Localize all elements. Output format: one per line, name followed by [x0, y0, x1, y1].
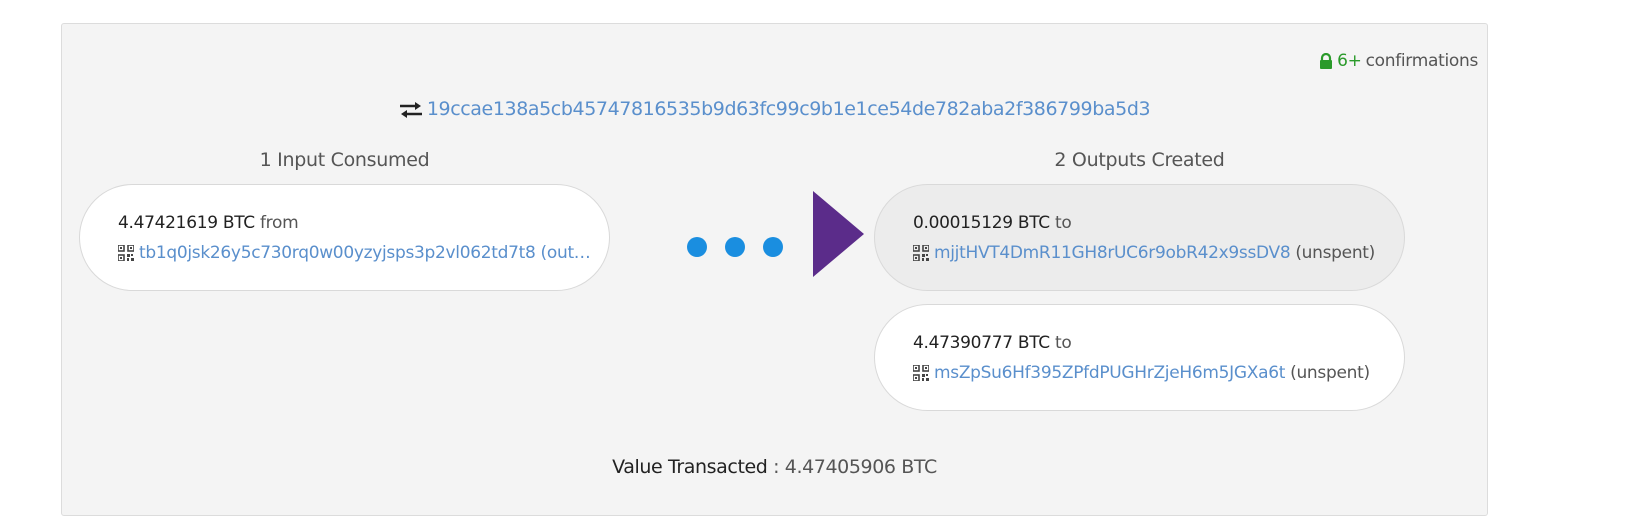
input-amount: 4.47421619 BTC [118, 213, 255, 233]
qr-code-icon[interactable] [913, 245, 929, 261]
confirmations-indicator: 6+ confirmations [1319, 51, 1478, 71]
flow-arrow-icon [813, 191, 864, 277]
output-direction: to [1054, 333, 1072, 353]
input-outpoint-link[interactable]: (out… [541, 243, 591, 263]
lock-icon [1320, 52, 1333, 69]
transaction-id-row: 19ccae138a5cb45747816535b9d63fc99c9b1e1c… [62, 98, 1487, 120]
output-item: 0.00015129 BTC to mjjtHVT4DmR11GH8rUC6r9… [874, 184, 1405, 291]
value-transacted-label: Value Transacted [612, 456, 768, 478]
output-amount: 4.47390777 BTC [913, 333, 1050, 353]
value-transacted-separator: : [773, 456, 780, 478]
output-direction: to [1054, 213, 1072, 233]
output-amount: 0.00015129 BTC [913, 213, 1050, 233]
confirmations-count: 6+ [1337, 51, 1362, 71]
output-address-link[interactable]: mjjtHVT4DmR11GH8rUC6r9obR42x9ssDV8 [934, 243, 1291, 263]
outputs-title: 2 Outputs Created [1054, 149, 1225, 171]
confirmations-label: confirmations [1365, 51, 1479, 71]
qr-code-icon[interactable] [913, 365, 929, 381]
inputs-title: 1 Input Consumed [259, 149, 430, 171]
transaction-panel: 6+ confirmations 19ccae138a5cb4574781653… [61, 23, 1488, 516]
output-status: (unspent) [1295, 243, 1376, 263]
flow-dots-icon [687, 237, 783, 257]
output-item: 4.47390777 BTC to msZpSu6Hf395ZPfdPUGHrZ… [874, 304, 1405, 411]
qr-code-icon[interactable] [118, 245, 134, 261]
input-item: 4.47421619 BTC from tb1q0jsk26y5c730rq0w… [79, 184, 610, 291]
value-transacted: Value Transacted : 4.47405906 BTC [62, 456, 1487, 478]
output-status: (unspent) [1290, 363, 1370, 383]
output-address-link[interactable]: msZpSu6Hf395ZPfdPUGHrZjeH6m5JGXa6t [934, 363, 1285, 383]
swap-arrows-icon [399, 102, 422, 118]
transaction-id-link[interactable]: 19ccae138a5cb45747816535b9d63fc99c9b1e1c… [427, 98, 1151, 120]
value-transacted-amount: 4.47405906 BTC [784, 456, 937, 478]
input-direction: from [259, 213, 299, 233]
input-address-link[interactable]: tb1q0jsk26y5c730rq0w00yzyjsps3p2vl062td7… [139, 243, 536, 263]
